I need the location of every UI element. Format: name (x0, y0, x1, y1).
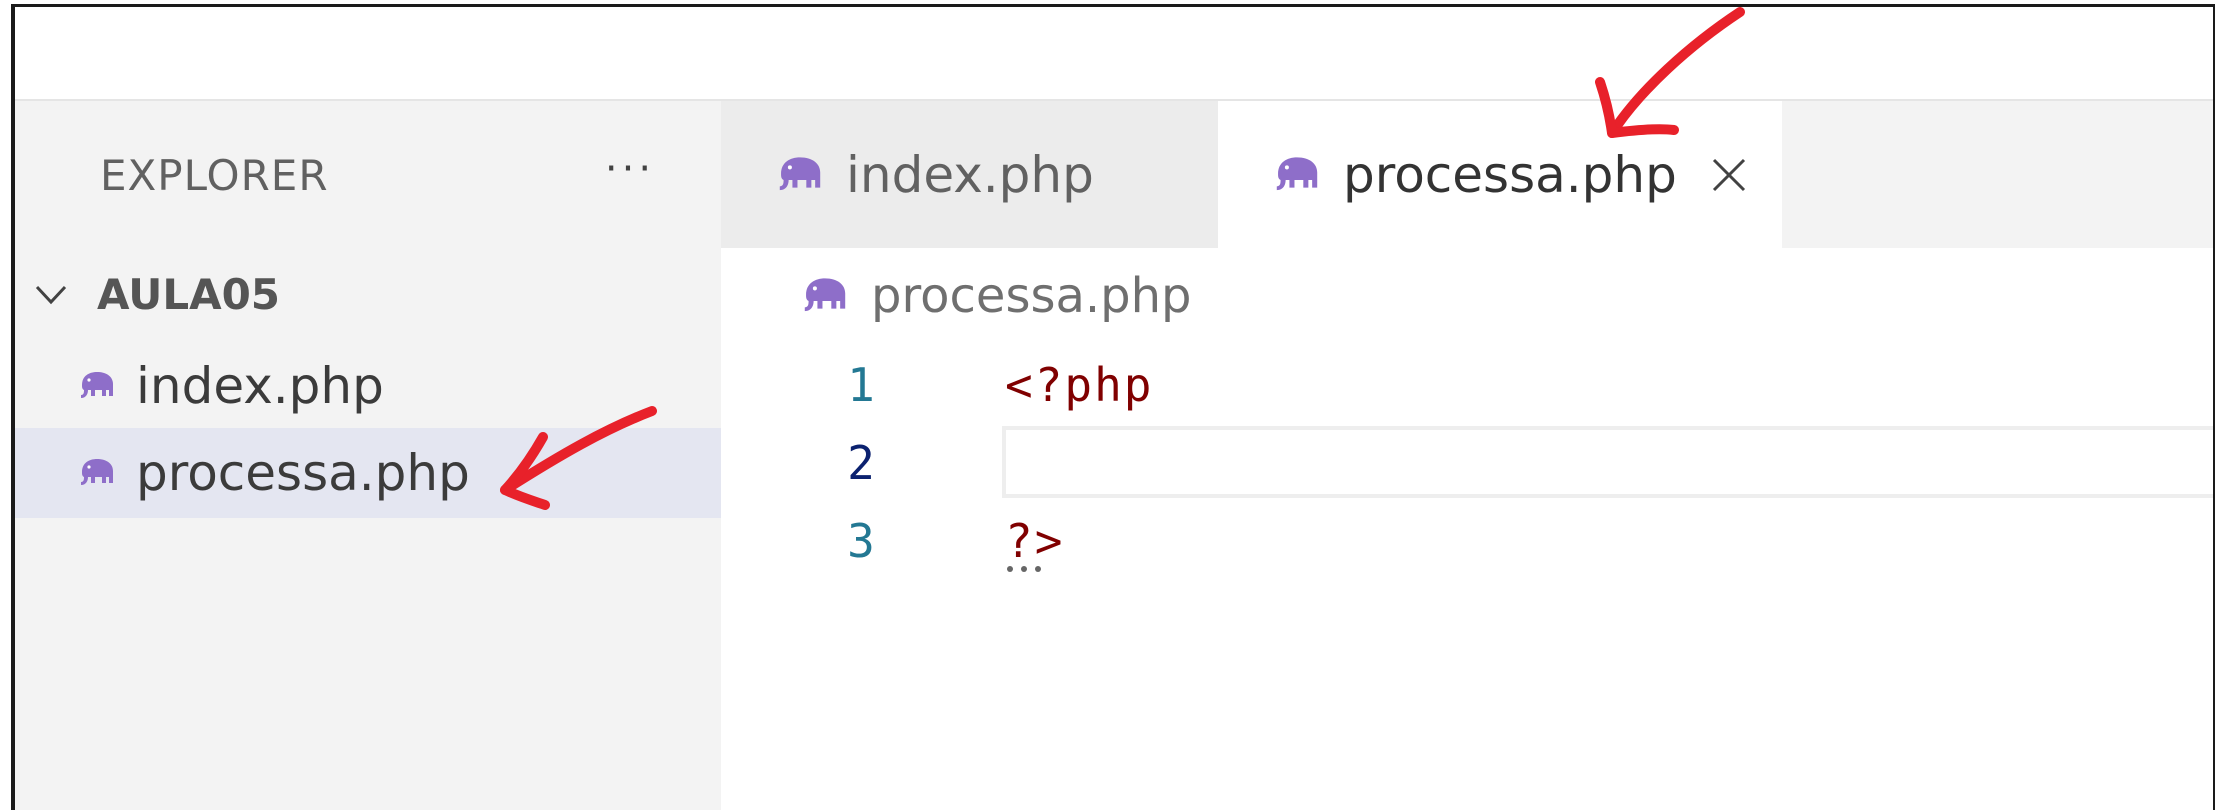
code-text: <?php (1005, 358, 1154, 412)
tab-processa-php[interactable]: processa.php (1218, 101, 1782, 248)
folder-aula05[interactable]: AULA05 (33, 264, 721, 324)
tree-item-label: processa.php (136, 444, 470, 502)
tab-label: processa.php (1343, 145, 1677, 204)
line-number: 2 (847, 436, 875, 490)
current-line-highlight (1002, 426, 2213, 498)
php-elephant-icon (1276, 156, 1318, 190)
tab-label: index.php (846, 145, 1094, 204)
close-icon[interactable] (1711, 157, 1747, 193)
explorer-sidebar: EXPLORER ··· AULA05 index.php processa.p… (15, 101, 721, 810)
php-elephant-icon (779, 156, 821, 190)
php-elephant-icon (81, 372, 113, 398)
code-line-current[interactable]: 2 (721, 424, 2213, 502)
tab-index-php[interactable]: index.php (721, 101, 1218, 248)
line-number: 3 (847, 514, 875, 568)
editor-area: index.php processa.php processa.php 1 <?… (721, 101, 2213, 810)
tree-item-index-php[interactable]: index.php (15, 341, 721, 431)
title-bar (15, 7, 2213, 101)
hint-dots-icon (1007, 566, 1041, 572)
php-elephant-icon (804, 278, 846, 312)
explorer-title: EXPLORER (100, 151, 329, 200)
code-line[interactable]: 1 <?php (721, 346, 2213, 424)
line-number: 1 (847, 358, 875, 412)
tab-bar: index.php processa.php (721, 101, 2213, 248)
breadcrumb[interactable]: processa.php (801, 261, 1191, 331)
breadcrumb-file: processa.php (871, 268, 1192, 324)
chevron-down-icon (35, 285, 67, 305)
tree-item-label: index.php (136, 357, 384, 415)
more-actions-button[interactable]: ··· (595, 146, 665, 192)
folder-label: AULA05 (97, 269, 281, 319)
code-line[interactable]: 3 ?> (721, 502, 2213, 580)
tree-item-processa-php[interactable]: processa.php (15, 428, 721, 518)
php-elephant-icon (81, 459, 113, 485)
